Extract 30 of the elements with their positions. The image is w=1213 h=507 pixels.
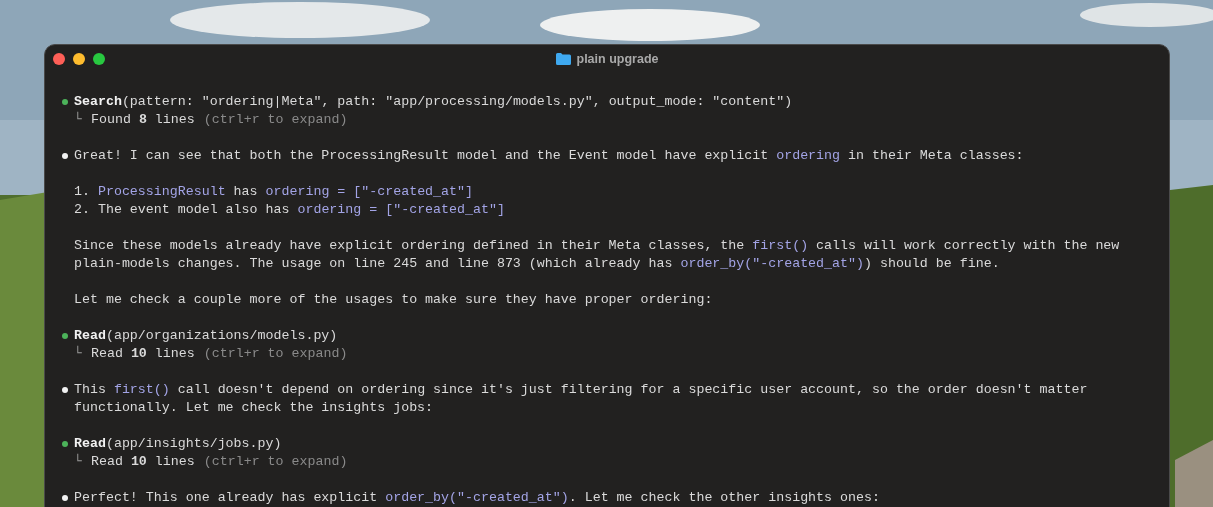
expand-hint: (ctrl+r to expand) xyxy=(203,453,348,471)
status-dot-icon xyxy=(62,333,68,339)
tool-call: Search(pattern: "ordering|Meta", path: "app/processing/models.py", output_mode: "content") xyxy=(74,93,793,111)
tool-result: Read 10 lines xyxy=(91,453,195,471)
connector-glyph: └ xyxy=(74,345,82,363)
list-item: 1. ProcessingResult has ordering = ["-created_at"] xyxy=(74,183,474,201)
tool-call: Read(app/insights/jobs.py) xyxy=(74,435,283,453)
expand-hint: (ctrl+r to expand) xyxy=(203,345,348,363)
list-item: 2. The event model also has ordering = ["-created_at"] xyxy=(74,201,506,219)
minimize-button[interactable] xyxy=(73,53,85,65)
folder-icon xyxy=(555,53,571,65)
status-dot-icon xyxy=(62,495,68,501)
message-text: This first() call doesn't depend on ordering since it's just filtering for a specific user account, so the order doesn't matter functionally. Let me check the insights jobs: xyxy=(74,381,1089,417)
zoom-button[interactable] xyxy=(93,53,105,65)
close-button[interactable] xyxy=(53,53,65,65)
message-text: Since these models already have explicit ordering defined in their Meta classes, the first() calls will work correctly with the new plain-models changes. The usage on line 245 and line 873 (which already has order_by("-created_at")) should be fine. xyxy=(74,237,1121,273)
tool-result: Read 10 lines xyxy=(91,345,195,363)
message-text: Let me check a couple more of the usages to make sure they have proper ordering: xyxy=(74,291,714,309)
connector-glyph: └ xyxy=(74,111,82,129)
tool-result: Found 8 lines xyxy=(91,111,195,129)
connector-glyph: └ xyxy=(74,453,82,471)
status-dot-icon xyxy=(62,153,68,159)
message-text: Great! I can see that both the ProcessingResult model and the Event model have explicit ordering in their Meta classes: xyxy=(74,147,1025,165)
message-text: Perfect! This one already has explicit order_by("-created_at"). Let me check the other insights ones: xyxy=(74,489,880,507)
status-dot-icon xyxy=(62,387,68,393)
window-title: plain upgrade xyxy=(576,52,659,66)
tool-call: Read(app/organizations/models.py) xyxy=(74,327,339,345)
status-dot-icon xyxy=(62,99,68,105)
status-dot-icon xyxy=(62,441,68,447)
expand-hint: (ctrl+r to expand) xyxy=(203,111,348,129)
